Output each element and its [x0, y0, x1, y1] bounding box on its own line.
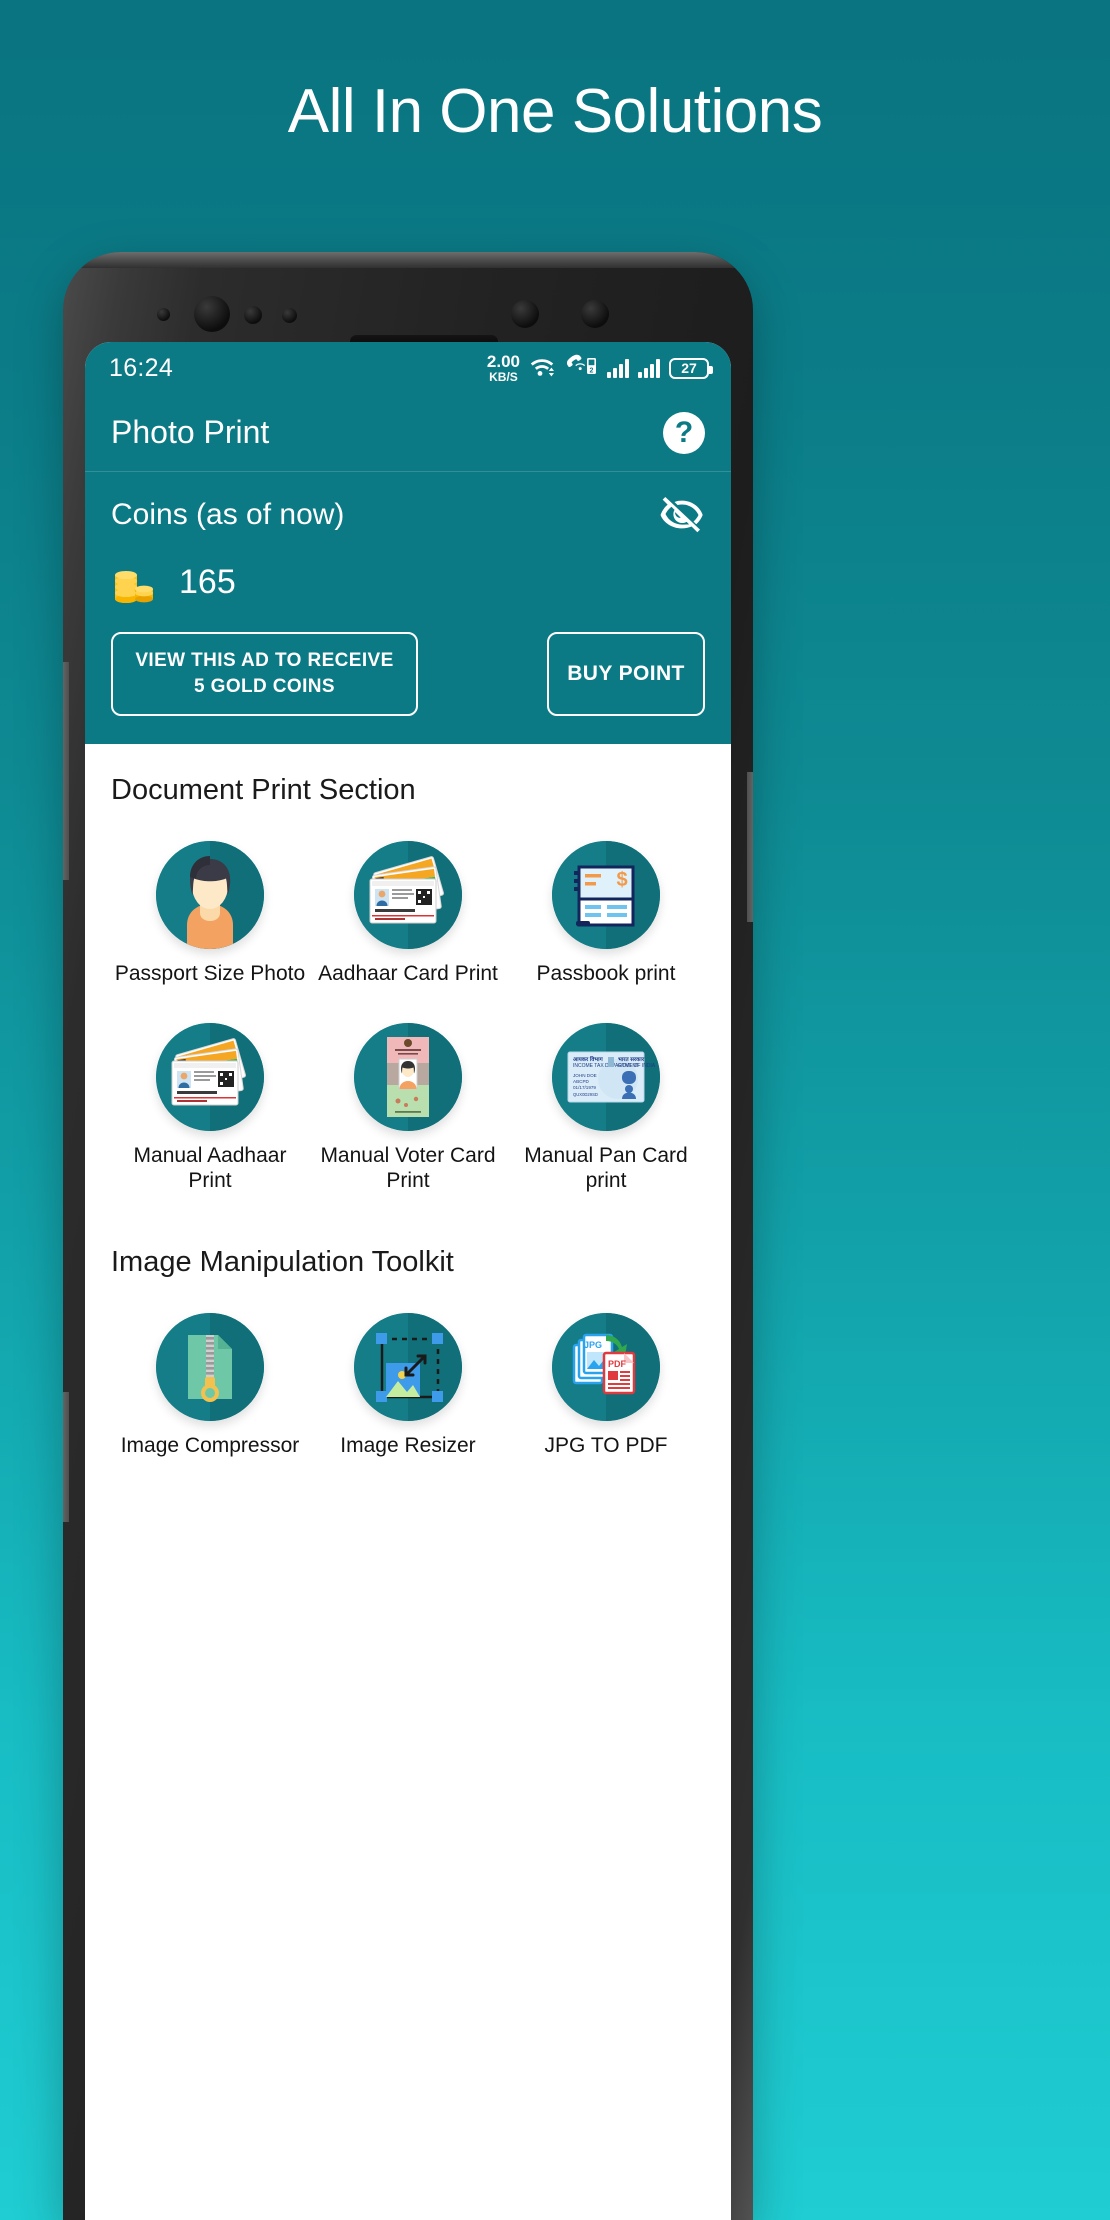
tile-label: Manual Pan Card print — [524, 1143, 688, 1193]
app-bar: Photo Print ? — [85, 394, 731, 472]
coins-actions: VIEW THIS AD TO RECEIVE 5 GOLD COINS BUY… — [111, 632, 705, 716]
svg-text:01/17/1979: 01/17/1979 — [573, 1085, 596, 1090]
sensor-dot-icon — [511, 300, 539, 328]
tile-label: Manual Voter Card Print — [320, 1143, 496, 1193]
aadhaar-cards-icon — [156, 1022, 264, 1131]
tile-image-compressor[interactable]: Image Compressor — [111, 1312, 309, 1459]
power-button[interactable] — [747, 772, 753, 922]
tile-label: Passport Size Photo — [114, 962, 306, 985]
network-speed-unit: KB/S — [489, 370, 518, 384]
tile-label: Aadhaar Card Print — [318, 962, 498, 985]
tile-label: JPG TO PDF — [544, 1433, 668, 1457]
tile-jpg-to-pdf[interactable]: JPG PDF JPG TO PDF — [507, 1312, 705, 1459]
tile-manual-aadhaar-print[interactable]: Manual Aadhaar Print — [111, 1022, 309, 1194]
view-ad-button[interactable]: VIEW THIS AD TO RECEIVE 5 GOLD COINS — [111, 632, 418, 716]
front-camera-icon — [194, 296, 230, 332]
tile-aadhaar-card-print[interactable]: Aadhaar Card Print — [309, 841, 507, 987]
tile-label: Passbook print — [536, 962, 676, 985]
wifi-icon — [529, 355, 555, 382]
view-ad-button-line2: 5 GOLD COINS — [194, 676, 335, 697]
eye-off-icon[interactable] — [659, 492, 705, 538]
passbook-icon: $ — [552, 841, 660, 949]
sensor-dot-icon — [157, 308, 170, 321]
tile-label: Manual Aadhaar Print — [133, 1143, 287, 1193]
coins-header-row: Coins (as of now) — [111, 492, 705, 538]
status-bar: 16:24 2.00 KB/S 2 27 — [85, 342, 731, 394]
passport-photo-icon — [156, 841, 264, 949]
vowifi-call-icon: 2 — [564, 354, 598, 383]
coin-stack-icon — [111, 562, 157, 603]
svg-text:PDF: PDF — [608, 1359, 627, 1369]
zip-file-icon — [156, 1312, 264, 1421]
aadhaar-cards-icon — [354, 841, 462, 949]
sensor-dot-icon — [244, 306, 262, 324]
jpg-to-pdf-icon: JPG PDF — [552, 1312, 660, 1421]
bottom-spacer — [111, 1458, 705, 1486]
view-ad-button-line1: VIEW THIS AD TO RECEIVE — [135, 650, 394, 672]
page-headline: All In One Solutions — [287, 77, 823, 146]
tile-manual-pan-card-print[interactable]: आयकर विभाग INCOME TAX DEPARTMENT भारत सर… — [507, 1022, 705, 1194]
buy-point-button[interactable]: BUY POINT — [547, 632, 705, 716]
image-toolkit-grid: Image Compressor Image Resizer JPG PDF J… — [111, 1312, 705, 1459]
coins-value: 165 — [179, 562, 236, 601]
status-icons: 2.00 KB/S 2 27 — [487, 353, 713, 383]
sensor-dot-icon — [282, 308, 297, 323]
tile-label: Image Compressor — [120, 1433, 300, 1457]
coins-panel: Coins (as of now) 165 VIEW THIS AD TO RE… — [85, 472, 731, 744]
tile-image-resizer[interactable]: Image Resizer — [309, 1312, 507, 1459]
sim2-signal-icon — [638, 358, 660, 378]
tile-passbook-print[interactable]: $ Passbook print — [507, 841, 705, 987]
volume-up-button[interactable] — [63, 662, 69, 880]
coins-label: Coins (as of now) — [111, 498, 345, 531]
battery-percent: 27 — [681, 360, 697, 376]
app-title: Photo Print — [111, 414, 270, 450]
svg-text:GOVT OF INDIA: GOVT OF INDIA — [618, 1063, 656, 1069]
coins-value-row: 165 — [111, 562, 705, 603]
svg-text:JPG: JPG — [584, 1340, 602, 1350]
tile-label: Image Resizer — [340, 1433, 476, 1457]
pan-card-icon: आयकर विभाग INCOME TAX DEPARTMENT भारत सर… — [552, 1022, 660, 1131]
svg-text:JOHN DOE: JOHN DOE — [573, 1073, 597, 1078]
resize-image-icon — [354, 1312, 462, 1421]
voter-card-icon — [354, 1022, 462, 1131]
svg-text:आयकर विभाग: आयकर विभाग — [573, 1055, 604, 1063]
svg-text:ABCPD: ABCPD — [573, 1079, 590, 1084]
svg-text:QUX0D29SD: QUX0D29SD — [573, 1092, 598, 1097]
main-content: Document Print Section Passport Size Pho… — [85, 744, 731, 1487]
tile-manual-voter-card-print[interactable]: Manual Voter Card Print — [309, 1022, 507, 1194]
phone-top-rim — [63, 252, 753, 268]
help-icon[interactable]: ? — [663, 411, 705, 454]
volume-down-button[interactable] — [63, 1392, 69, 1522]
section-title-document-print: Document Print Section — [111, 774, 416, 806]
battery-indicator: 27 — [669, 357, 713, 379]
sim1-signal-icon — [607, 358, 629, 378]
sensor-dot-icon — [581, 300, 609, 328]
network-speed-indicator: 2.00 KB/S — [487, 353, 520, 383]
section-title-image-toolkit: Image Manipulation Toolkit — [111, 1245, 454, 1278]
svg-text:2: 2 — [590, 367, 594, 374]
network-speed-value: 2.00 — [486, 352, 520, 371]
phone-sensors — [63, 290, 753, 350]
svg-text:$: $ — [616, 869, 627, 891]
phone-mockup: 16:24 2.00 KB/S 2 27 Photo Print ? Coins… — [63, 252, 753, 2220]
phone-screen: 16:24 2.00 KB/S 2 27 Photo Print ? Coins… — [85, 342, 731, 2220]
status-clock: 16:24 — [109, 353, 174, 382]
document-print-grid: Passport Size Photo Aadhaar Card Print $… — [111, 841, 705, 1194]
tile-passport-size-photo[interactable]: Passport Size Photo — [111, 841, 309, 987]
